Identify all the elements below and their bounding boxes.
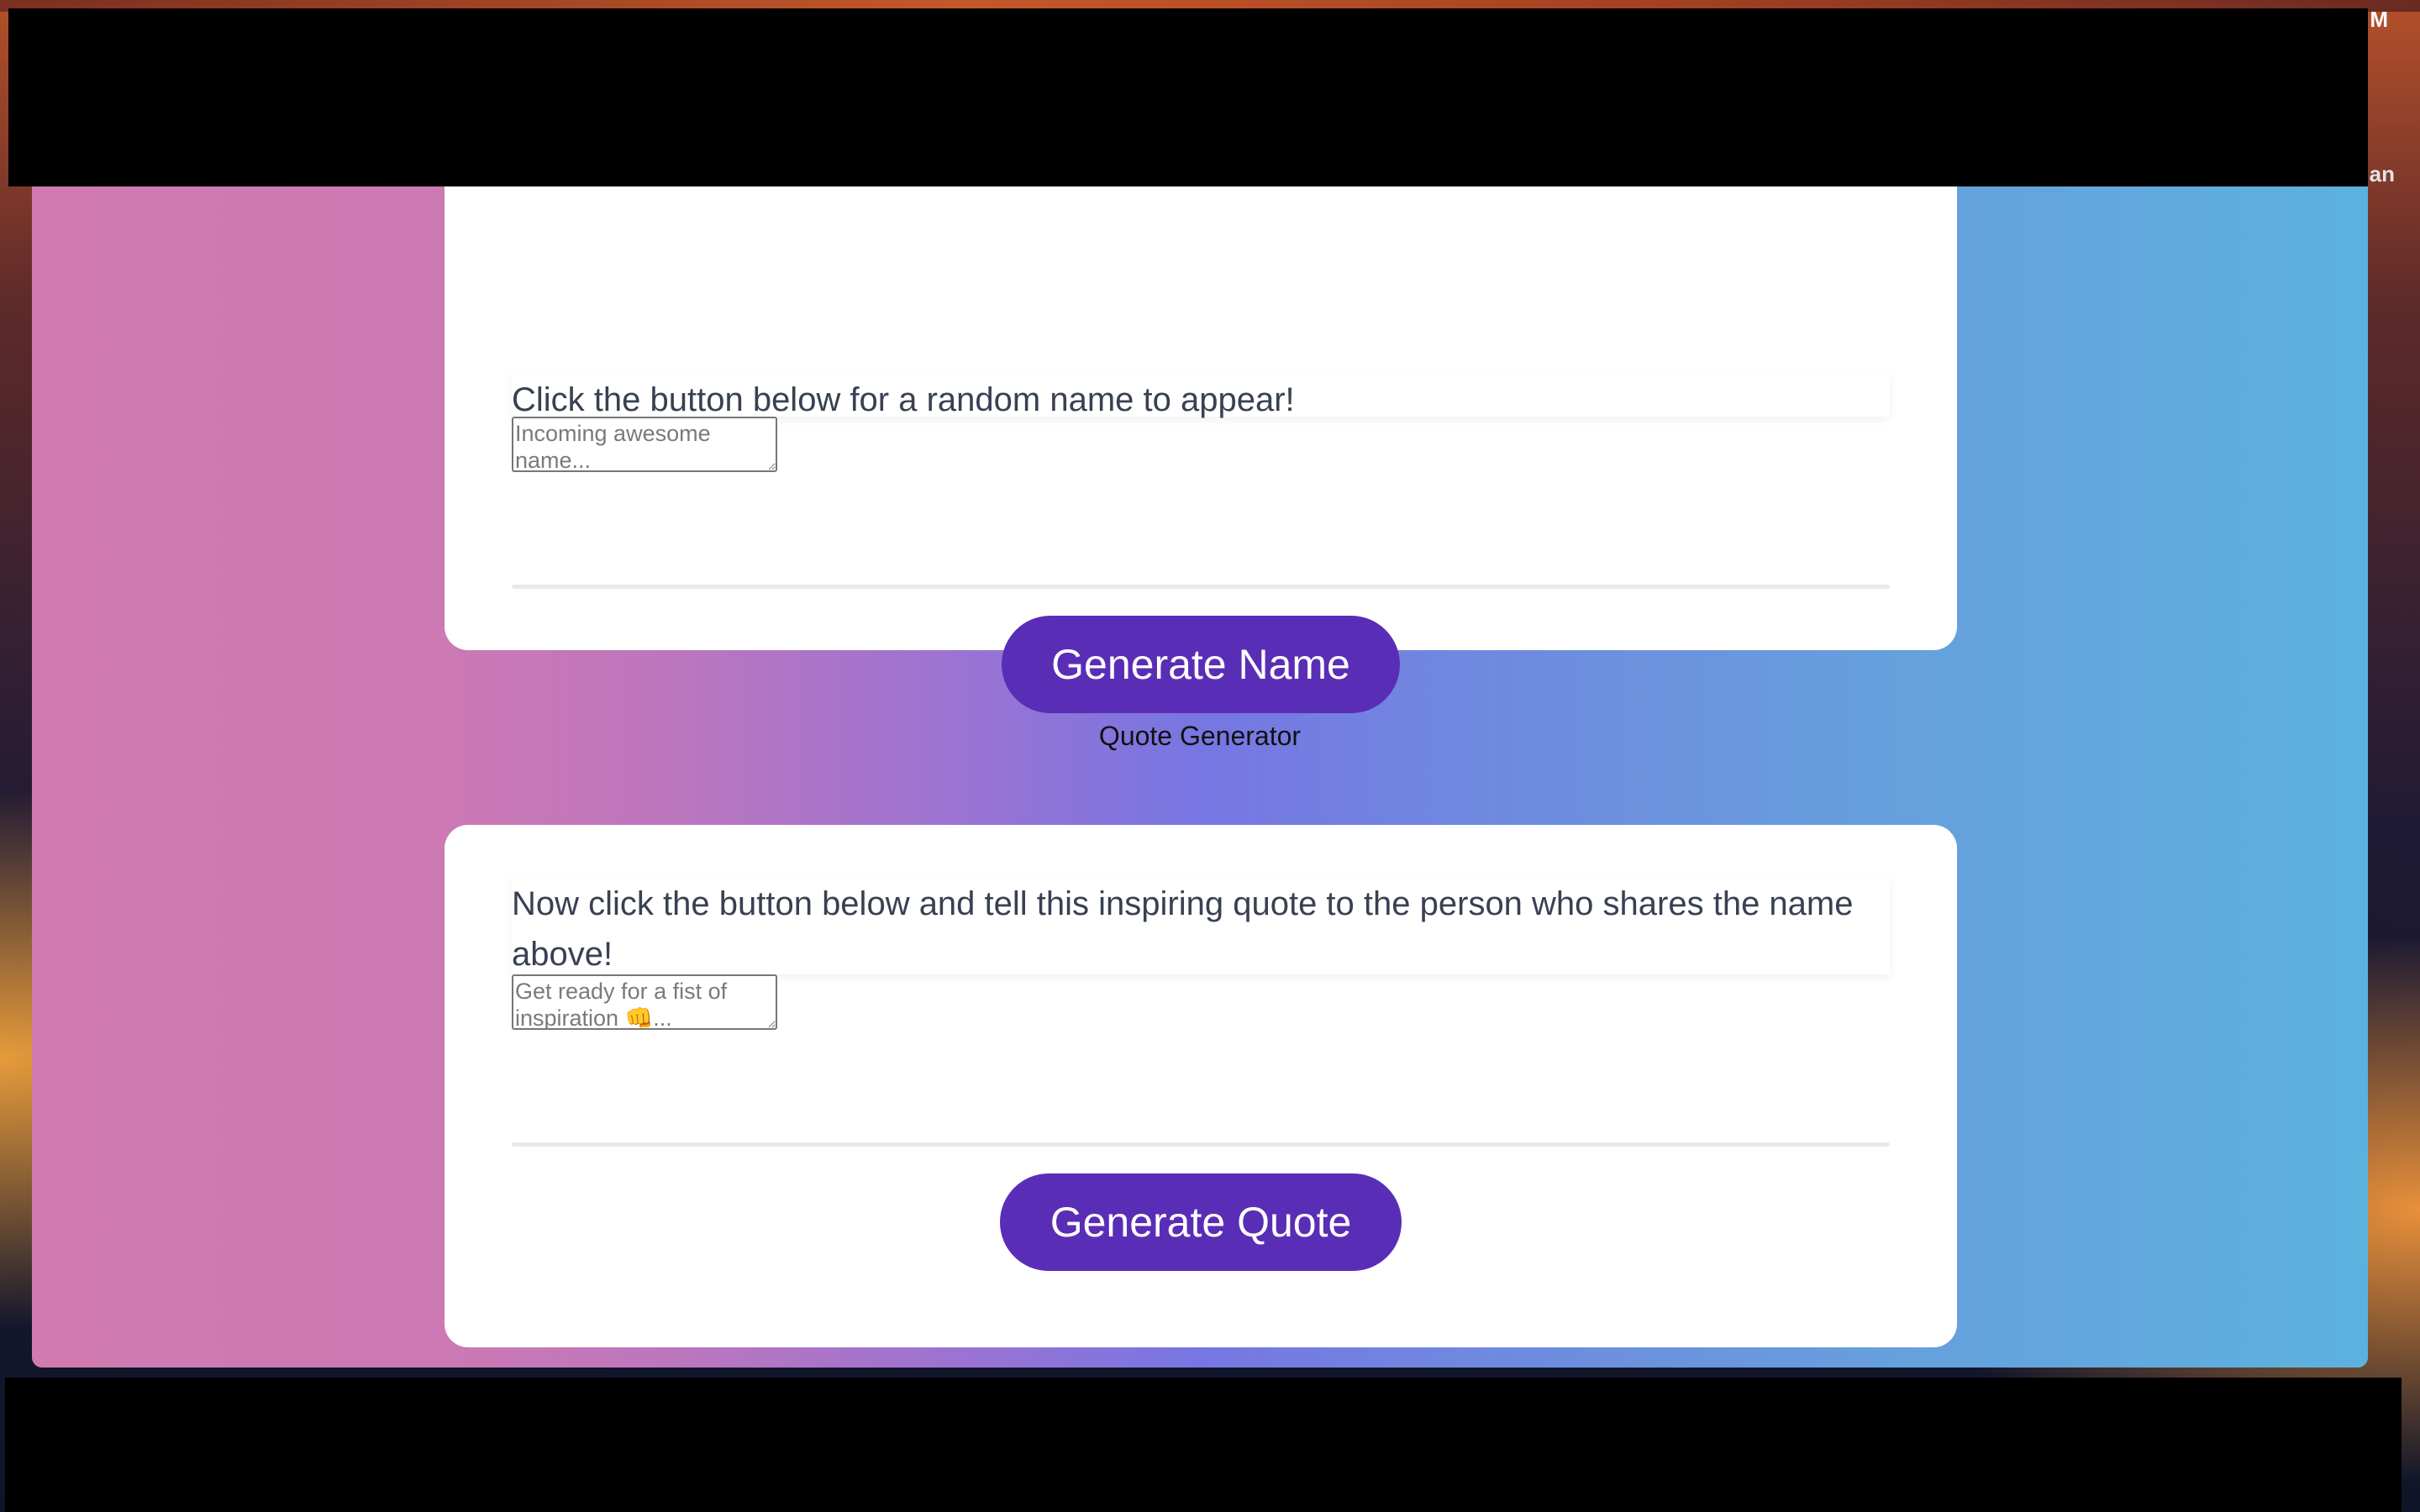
- browser-window: Click the button below for a random name…: [32, 156, 2368, 1368]
- quote-output-textarea[interactable]: [512, 974, 777, 1030]
- redacted-browser-chrome: [8, 8, 2368, 186]
- name-output-textarea[interactable]: [512, 417, 777, 472]
- generate-name-button[interactable]: Generate Name: [1002, 616, 1400, 713]
- quote-generator-heading: Quote Generator: [1098, 721, 1302, 751]
- name-generator-card: Click the button below for a random name…: [445, 156, 1957, 713]
- name-prompt-text: Click the button below for a random name…: [512, 371, 1890, 418]
- quote-card-divider: [512, 1142, 1890, 1147]
- menubar-clock: M: [2370, 7, 2388, 32]
- generate-quote-button[interactable]: Generate Quote: [1000, 1173, 1402, 1271]
- quote-prompt-text: Now click the button below and tell this…: [512, 875, 1890, 974]
- name-card-divider: [512, 585, 1890, 589]
- menubar-user-fragment: an: [2369, 161, 2395, 186]
- redacted-dock-area: [5, 1378, 2402, 1512]
- quote-generator-card: Now click the button below and tell this…: [445, 825, 1957, 1347]
